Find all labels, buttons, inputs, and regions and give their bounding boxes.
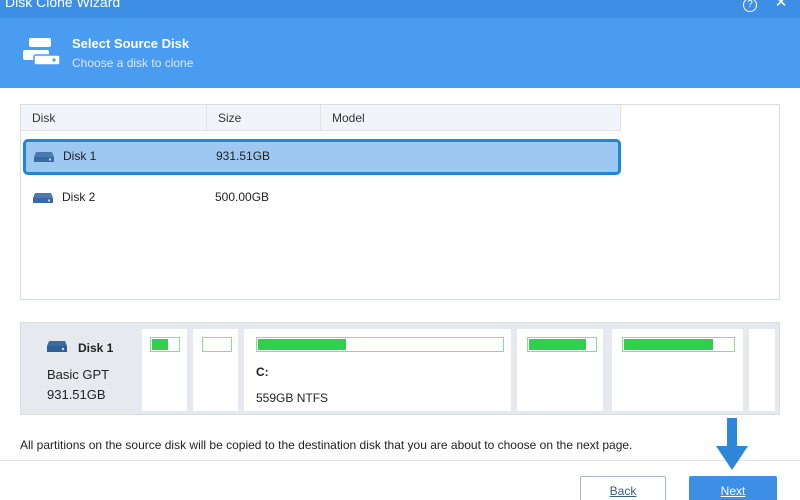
partition-size: 559GB NTFS xyxy=(256,391,329,405)
partition-usage-fill xyxy=(529,339,586,350)
disk-list: Disk Size Model Disk 1 931.51GB Disk 2 5… xyxy=(20,104,780,300)
column-header-row: Disk Size Model xyxy=(21,105,621,131)
close-icon: ✕ xyxy=(774,0,788,11)
disk-stack-icon xyxy=(23,38,60,66)
disk-size: 500.00GB xyxy=(215,190,270,204)
disk-map-type: Basic GPT xyxy=(47,367,110,382)
help-button[interactable]: ? xyxy=(740,0,760,12)
next-button[interactable]: Next xyxy=(689,476,777,500)
partition-usage-bar xyxy=(527,337,597,352)
wizard-header: Select Source Disk Choose a disk to clon… xyxy=(0,18,800,88)
disk-name: Disk 2 xyxy=(62,190,96,204)
column-header-disk[interactable]: Disk xyxy=(21,105,207,131)
partition-usage-fill xyxy=(624,339,713,350)
disk-clone-wizard-window: Disk Clone Wizard ? ✕ Select Source Disk… xyxy=(0,0,800,500)
arrow-down-icon xyxy=(716,418,748,470)
hard-disk-icon xyxy=(33,193,53,203)
disk-row-disk-2[interactable]: Disk 2 500.00GB xyxy=(23,180,621,216)
disk-size: 931.51GB xyxy=(216,149,271,163)
partition-block-unallocated[interactable] xyxy=(749,329,775,411)
disk-map-name: Disk 1 xyxy=(78,341,114,355)
partition-block[interactable] xyxy=(517,329,603,411)
partition-block[interactable] xyxy=(142,329,187,411)
title-bar: Disk Clone Wizard ? ✕ xyxy=(0,0,800,18)
partition-block-c[interactable]: C: 559GB NTFS xyxy=(244,329,511,411)
column-header-model[interactable]: Model xyxy=(321,105,621,131)
disk-row-disk-1[interactable]: Disk 1 931.51GB xyxy=(23,139,621,175)
page-title: Select Source Disk xyxy=(72,36,190,51)
partition-usage-fill xyxy=(258,339,346,350)
disk-map-capacity: 931.51GB xyxy=(47,387,106,402)
back-button[interactable]: Back xyxy=(580,476,666,500)
partition-usage-bar xyxy=(622,337,735,352)
partition-block[interactable] xyxy=(612,329,743,411)
column-header-size[interactable]: Size xyxy=(207,105,321,131)
footer-divider xyxy=(0,460,800,461)
disk-map-info: Disk 1 Basic GPT 931.51GB xyxy=(21,323,141,414)
help-icon: ? xyxy=(743,0,757,12)
partition-letter: C: xyxy=(256,365,269,379)
hard-disk-icon xyxy=(47,341,67,352)
hard-disk-icon xyxy=(34,152,54,162)
partition-usage-fill xyxy=(152,339,168,350)
partition-block[interactable] xyxy=(193,329,238,411)
clone-info-note: All partitions on the source disk will b… xyxy=(20,438,633,452)
window-title: Disk Clone Wizard xyxy=(5,0,121,10)
page-subtitle: Choose a disk to clone xyxy=(72,56,194,70)
disk-name: Disk 1 xyxy=(63,149,97,163)
disk-map: Disk 1 Basic GPT 931.51GB C: 559GB NTFS xyxy=(20,322,780,415)
partition-usage-bar xyxy=(202,337,232,352)
partition-usage-bar xyxy=(150,337,180,352)
partition-usage-bar xyxy=(256,337,504,352)
close-button[interactable]: ✕ xyxy=(771,0,791,12)
